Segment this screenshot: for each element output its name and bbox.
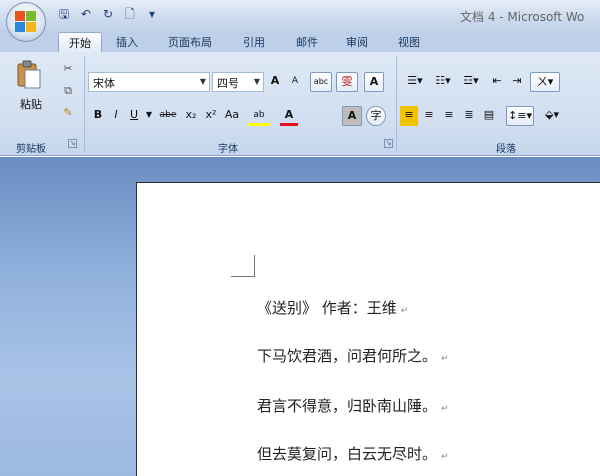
clear-format-button[interactable]: 雯 bbox=[336, 72, 358, 92]
chevron-down-icon: ▼ bbox=[253, 77, 260, 86]
title-bar: 🖫 ↶ ↻ 🗋 ▾ 文档 4 - Microsoft Wo bbox=[0, 0, 600, 30]
doc-line[interactable]: 君言不得意，归卧南山陲。 ↵ bbox=[257, 395, 449, 416]
character-border-button[interactable]: A bbox=[364, 72, 384, 92]
multilevel-list-icon[interactable]: ☲▾ bbox=[458, 72, 484, 92]
font-name-value: 宋体 bbox=[93, 77, 115, 90]
doc-line[interactable]: 但去莫复问，白云无尽时。 ↵ bbox=[257, 443, 449, 464]
group-separator bbox=[84, 56, 85, 152]
tab-view[interactable]: 视图 bbox=[398, 34, 420, 50]
bold-button[interactable]: B bbox=[90, 106, 106, 126]
grow-font-button[interactable]: A bbox=[266, 72, 284, 92]
font-size-select[interactable]: 四号 ▼ bbox=[212, 72, 264, 92]
clipboard-group-label: 剪贴板 bbox=[16, 144, 46, 155]
font-size-value: 四号 bbox=[217, 77, 239, 90]
change-case-button[interactable]: abc bbox=[310, 72, 332, 92]
distribute-icon[interactable]: ▤ bbox=[480, 106, 498, 126]
cut-icon[interactable]: ✂ bbox=[60, 60, 76, 80]
paragraph-group-label: 段落 bbox=[496, 144, 516, 155]
font-name-select[interactable]: 宋体 ▼ bbox=[88, 72, 210, 92]
undo-icon[interactable]: ↶ bbox=[78, 6, 94, 22]
justify-icon[interactable]: ≣ bbox=[460, 106, 478, 126]
paragraph-mark-icon: ↵ bbox=[400, 306, 409, 316]
save-icon[interactable]: 🖫 bbox=[56, 6, 72, 22]
subscript-button[interactable]: x₂ bbox=[182, 106, 200, 126]
enclose-characters-button[interactable]: 字 bbox=[366, 106, 386, 126]
ribbon-tabs: 开始 插入 页面布局 引用 邮件 审阅 视图 bbox=[0, 30, 600, 52]
clipboard-launcher-icon[interactable]: ↘ bbox=[68, 139, 77, 148]
strikethrough-button[interactable]: abe bbox=[156, 106, 180, 126]
chinese-layout-icon[interactable]: ㄨ▾ bbox=[530, 72, 560, 92]
change-case-aa-button[interactable]: Aa bbox=[222, 106, 242, 126]
office-button[interactable] bbox=[6, 2, 46, 42]
margin-corner-mark bbox=[231, 255, 255, 277]
font-launcher-icon[interactable]: ↘ bbox=[384, 139, 393, 148]
office-logo-icon bbox=[15, 11, 37, 33]
font-color-button[interactable]: A bbox=[280, 106, 298, 126]
superscript-button[interactable]: x² bbox=[202, 106, 220, 126]
new-document-icon[interactable]: 🗋 bbox=[122, 6, 138, 22]
redo-icon[interactable]: ↻ bbox=[100, 6, 116, 22]
tab-page-layout[interactable]: 页面布局 bbox=[168, 34, 212, 50]
increase-indent-icon[interactable]: ⇥ bbox=[508, 72, 526, 92]
paste-button-label[interactable]: 粘贴 bbox=[14, 96, 48, 116]
copy-icon[interactable]: ⧉ bbox=[60, 82, 76, 102]
tab-home[interactable]: 开始 bbox=[58, 32, 102, 52]
paragraph-mark-icon: ↵ bbox=[441, 452, 449, 462]
paragraph-mark-icon: ↵ bbox=[441, 354, 449, 364]
decrease-indent-icon[interactable]: ⇤ bbox=[488, 72, 506, 92]
italic-button[interactable]: I bbox=[108, 106, 124, 126]
tab-review[interactable]: 审阅 bbox=[346, 34, 368, 50]
font-group-label: 字体 bbox=[218, 144, 238, 155]
customize-toolbar-icon[interactable]: ▾ bbox=[144, 6, 160, 22]
line-spacing-icon[interactable]: ↕≡▾ bbox=[506, 106, 534, 126]
paragraph-mark-icon: ↵ bbox=[441, 404, 449, 414]
quick-access-toolbar: 🖫 ↶ ↻ 🗋 ▾ bbox=[56, 6, 160, 22]
align-right-icon[interactable]: ≡ bbox=[440, 106, 458, 126]
tab-mailings[interactable]: 邮件 bbox=[296, 34, 318, 50]
chevron-down-icon[interactable]: ▼ bbox=[144, 106, 154, 126]
shading-icon[interactable]: ⬙▾ bbox=[538, 106, 566, 126]
bullets-icon[interactable]: ☰▾ bbox=[402, 72, 428, 92]
document-page[interactable]: 《送别》 作者：王维 ↵ 下马饮君酒，问君何所之。 ↵ 君言不得意，归卧南山陲。 ↵ … bbox=[136, 182, 600, 476]
doc-line[interactable]: 下马饮君酒，问君何所之。 ↵ bbox=[257, 345, 449, 366]
format-painter-icon[interactable]: ✎ bbox=[60, 104, 76, 124]
doc-line[interactable]: 《送别》 作者：王维 ↵ bbox=[257, 297, 408, 318]
window-title: 文档 4 - Microsoft Wo bbox=[460, 10, 585, 24]
highlight-button[interactable]: ab bbox=[248, 106, 270, 126]
tab-insert[interactable]: 插入 bbox=[116, 34, 138, 50]
group-separator bbox=[396, 56, 397, 152]
paste-icon[interactable] bbox=[16, 60, 42, 90]
tab-references[interactable]: 引用 bbox=[243, 34, 265, 50]
numbering-icon[interactable]: ☷▾ bbox=[430, 72, 456, 92]
character-shading-button[interactable]: A bbox=[342, 106, 362, 126]
align-center-icon[interactable]: ≡ bbox=[420, 106, 438, 126]
chevron-down-icon: ▼ bbox=[199, 77, 206, 86]
shrink-font-button[interactable]: A bbox=[286, 72, 304, 92]
underline-button[interactable]: U bbox=[126, 106, 142, 126]
align-left-icon[interactable]: ≡ bbox=[400, 106, 418, 126]
